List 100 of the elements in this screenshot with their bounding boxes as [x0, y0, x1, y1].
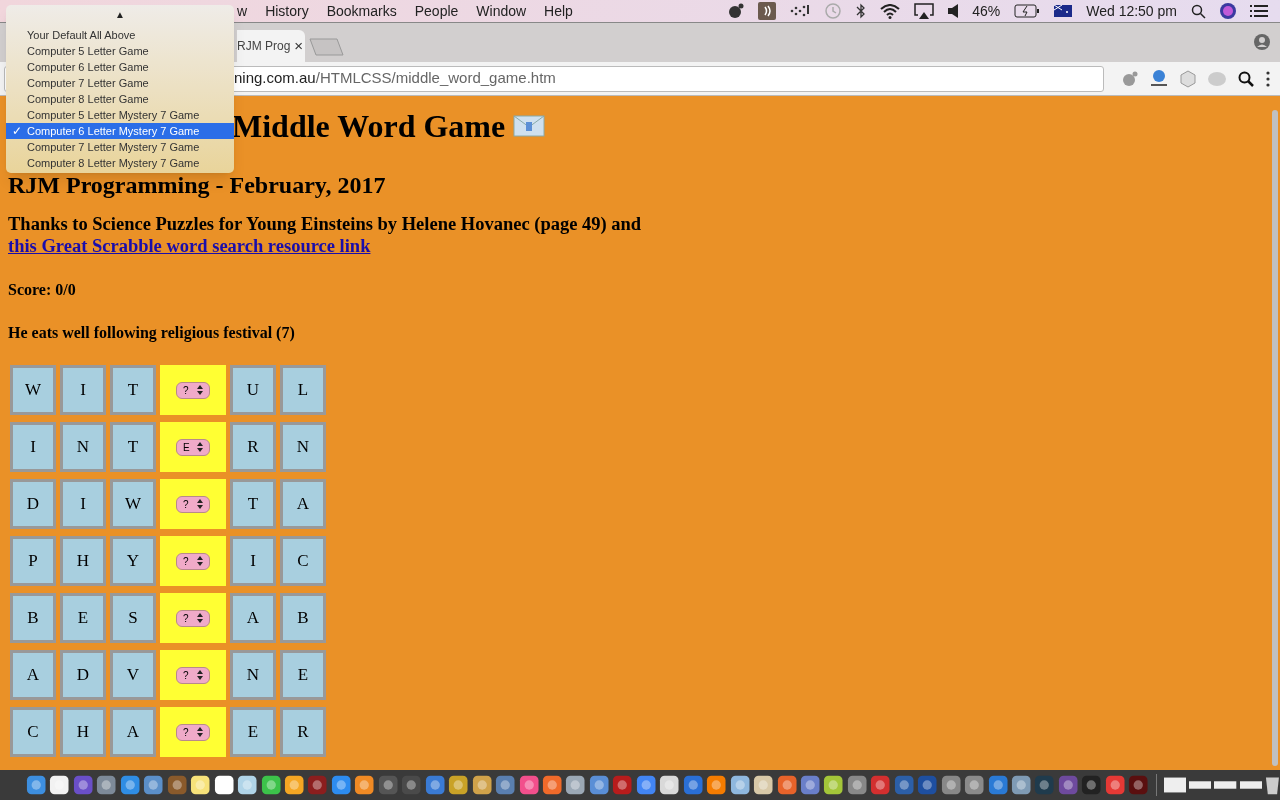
window-thumbnail-icon[interactable] — [1214, 781, 1237, 789]
bluetooth-icon[interactable] — [856, 3, 867, 19]
app-icon[interactable] — [964, 774, 985, 796]
translate-icon[interactable] — [1150, 69, 1168, 88]
app-icon[interactable] — [495, 774, 516, 796]
menu-item[interactable]: People — [405, 0, 468, 22]
app-icon[interactable] — [541, 774, 563, 796]
airplay-icon[interactable] — [914, 3, 935, 19]
app-icon[interactable] — [799, 774, 821, 796]
dropdown-option[interactable]: Computer 7 Letter Game — [6, 75, 234, 91]
app-icon[interactable] — [776, 774, 797, 796]
letter-select[interactable]: E — [176, 438, 210, 456]
app-icon[interactable] — [96, 774, 117, 796]
letter-select[interactable]: ? — [176, 552, 210, 570]
letter-select[interactable]: ? — [176, 723, 210, 741]
stepper-icon — [197, 670, 203, 680]
app-icon[interactable] — [1011, 774, 1032, 796]
flag-icon[interactable] — [1054, 5, 1073, 17]
app-icon[interactable] — [260, 774, 281, 796]
profile-icon[interactable] — [1254, 34, 1270, 50]
app-icon[interactable] — [846, 774, 868, 796]
dropdown-option[interactable]: Computer 8 Letter Mystery 7 Game — [6, 155, 234, 171]
speaker-icon[interactable] — [948, 4, 959, 18]
search-icon[interactable] — [1238, 70, 1254, 87]
page-title: Middle Word Game — [232, 108, 506, 144]
letter-tile: W — [110, 479, 156, 529]
app-icon[interactable] — [143, 774, 164, 796]
app-icon[interactable] — [823, 774, 844, 796]
window-thumbnail-icon[interactable] — [1239, 781, 1262, 789]
letter-tile: A — [110, 707, 156, 757]
dropdown-option[interactable]: Computer 8 Letter Game — [6, 91, 234, 107]
letter-tile: Y — [110, 536, 156, 586]
app-icon[interactable] — [284, 774, 305, 796]
letter-tile: N — [280, 422, 326, 472]
search-icon[interactable] — [1191, 3, 1206, 19]
app-icon[interactable] — [706, 774, 727, 796]
app-icon[interactable] — [190, 774, 211, 796]
letter-tile: D — [10, 479, 56, 529]
app-icon[interactable] — [753, 774, 774, 796]
dropdown-option[interactable]: Computer 5 Letter Mystery 7 Game — [6, 107, 234, 123]
wifi-icon[interactable] — [880, 3, 901, 19]
antivirus-icon[interactable] — [726, 3, 745, 19]
app-icon[interactable] — [49, 774, 70, 796]
menu-item[interactable]: History — [256, 0, 318, 22]
letter-tile: I — [60, 365, 106, 415]
letter-tile: L — [280, 365, 326, 415]
close-button[interactable]: × — [294, 34, 303, 58]
page-subtitle: RJM Programming - February, 2017 — [8, 171, 387, 199]
resource-link[interactable]: this Great Scrabble word search resource link — [8, 235, 371, 257]
app-icon[interactable] — [448, 774, 469, 796]
app-icon[interactable] — [588, 774, 610, 796]
battery-percent[interactable]: 46% — [972, 0, 1001, 22]
window-thumbnail-icon[interactable] — [1163, 777, 1186, 793]
menu-item[interactable]: Help — [535, 0, 582, 22]
app-icon[interactable] — [565, 774, 586, 796]
letter-select[interactable]: ? — [176, 609, 210, 627]
letter-select[interactable]: ? — [176, 381, 210, 399]
app-icon[interactable] — [729, 774, 751, 796]
app-icon[interactable] — [213, 774, 235, 796]
letter-tile: D — [60, 650, 106, 700]
app-icon[interactable] — [518, 774, 539, 796]
letter-tile: B — [280, 593, 326, 643]
app-icon[interactable] — [119, 774, 141, 796]
letter-tile: U — [230, 365, 276, 415]
letter-select[interactable]: ? — [176, 666, 210, 684]
letter-tile: T — [230, 479, 276, 529]
app-icon[interactable] — [659, 774, 680, 796]
app-icon[interactable] — [940, 774, 962, 796]
dots-icon[interactable] — [790, 4, 811, 18]
dropdown-option[interactable]: Your Default All Above — [6, 27, 234, 43]
more-icon[interactable] — [1266, 70, 1270, 87]
app-icon[interactable] — [237, 774, 258, 796]
window-thumbnail-icon[interactable] — [1189, 781, 1212, 789]
siri-icon[interactable] — [1220, 3, 1236, 19]
battery-icon[interactable] — [1014, 4, 1041, 18]
app-icon[interactable] — [26, 774, 47, 796]
app-icon[interactable] — [354, 774, 375, 796]
stepper-icon — [197, 442, 203, 452]
letter-tile: C — [10, 707, 56, 757]
letter-tile: V — [110, 650, 156, 700]
app-icon[interactable] — [987, 774, 1009, 796]
letter-tile: I — [230, 536, 276, 586]
menu-clock[interactable]: Wed 12:50 pm — [1086, 0, 1177, 22]
speech-icon[interactable] — [758, 2, 777, 20]
list-icon[interactable] — [1250, 4, 1268, 18]
dropdown-option[interactable]: Computer 5 Letter Game — [6, 43, 234, 59]
menu-item[interactable]: Bookmarks — [317, 0, 406, 22]
letter-tile: R — [230, 422, 276, 472]
letter-tile: N — [230, 650, 276, 700]
dropdown-option[interactable]: Computer 7 Letter Mystery 7 Game — [6, 139, 234, 155]
menu-item[interactable]: Window — [467, 0, 536, 22]
stepper-icon — [197, 385, 203, 395]
app-icon[interactable] — [424, 774, 446, 796]
app-icon[interactable] — [635, 774, 657, 796]
letter-select[interactable]: ? — [176, 495, 210, 513]
app-icon[interactable] — [471, 774, 493, 796]
dropdown-option[interactable]: ✓ Computer 6 Letter Mystery 7 Game — [6, 123, 234, 139]
scroll-up-arrow[interactable]: ▲ — [115, 7, 125, 23]
app-icon[interactable] — [330, 774, 352, 796]
browser-tab[interactable]: RJM Prog × — [237, 30, 305, 62]
